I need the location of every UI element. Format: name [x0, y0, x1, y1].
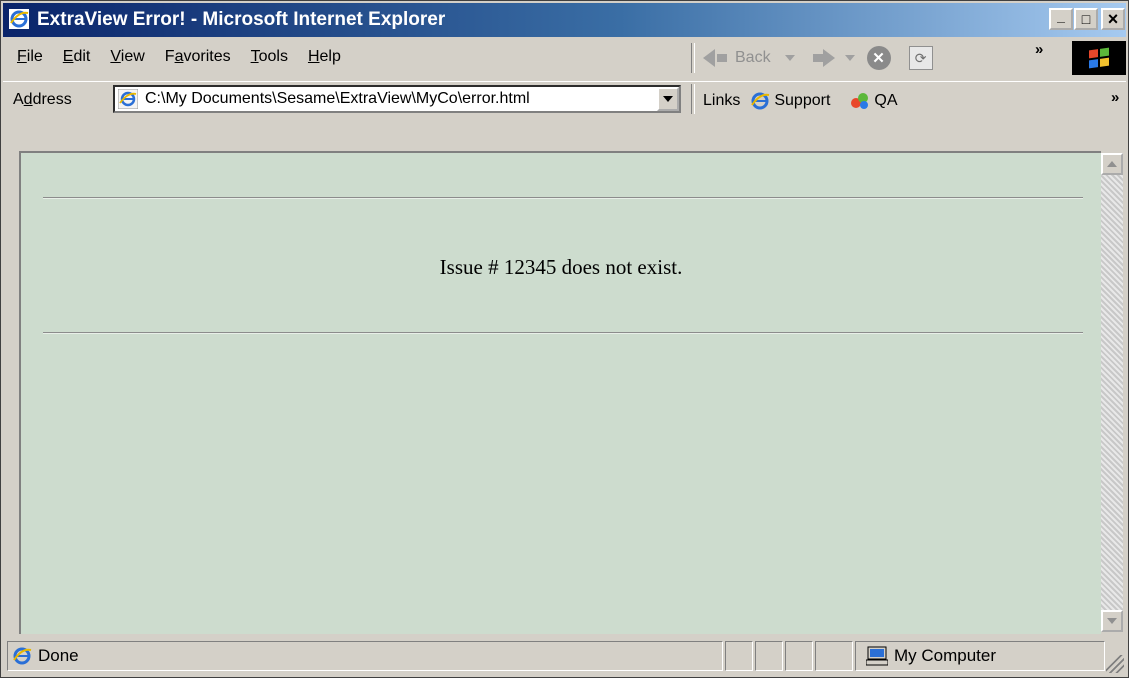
title-bar: ExtraView Error! - Microsoft Internet Ex… [3, 3, 1126, 37]
forward-arrow-icon [822, 49, 835, 67]
status-bar: Done My Computer [3, 639, 1126, 675]
stop-button[interactable]: ✕ [866, 46, 891, 70]
menu-bar: File Edit View Favorites Tools Help [17, 48, 341, 66]
menu-edit[interactable]: Edit [63, 48, 91, 66]
chevron-down-icon [663, 96, 673, 102]
top-divider [43, 197, 1083, 199]
error-message: Issue # 12345 does not exist. [439, 255, 683, 279]
menu-file[interactable]: File [17, 48, 43, 66]
forward-button[interactable] [812, 49, 855, 67]
vertical-scrollbar[interactable] [1101, 153, 1123, 632]
status-panel-1 [725, 641, 753, 671]
back-label: Back [735, 49, 771, 66]
scroll-down-button[interactable] [1101, 610, 1123, 632]
my-computer-icon [866, 646, 888, 666]
window-title: ExtraView Error! - Microsoft Internet Ex… [37, 9, 446, 30]
links-label: Links [703, 92, 741, 109]
resize-grip[interactable] [1106, 655, 1124, 673]
links-chevron-icon[interactable]: » [1111, 89, 1119, 106]
ie-status-icon [13, 647, 32, 665]
status-text: Done [38, 646, 79, 665]
ie-logo-icon [9, 9, 29, 29]
status-panel-2 [755, 641, 783, 671]
link-support[interactable]: Support [750, 91, 830, 111]
menu-view[interactable]: View [110, 48, 144, 66]
ie-icon [751, 92, 770, 110]
status-panel-4 [815, 641, 853, 671]
forward-dropdown-icon[interactable] [844, 55, 855, 61]
page-icon [118, 89, 138, 109]
bottom-divider [43, 332, 1083, 334]
back-arrow-icon [703, 49, 715, 67]
minimize-icon: _ [1057, 8, 1065, 24]
toolbar-separator [691, 43, 695, 73]
menu-tools[interactable]: Tools [251, 48, 288, 66]
nav-buttons: Back ✕ ⟳ [703, 45, 933, 71]
close-button[interactable]: × [1101, 8, 1125, 30]
menu-help[interactable]: Help [308, 48, 341, 66]
status-text-panel: Done [7, 641, 723, 671]
scroll-down-icon [1107, 618, 1117, 624]
back-dropdown-icon[interactable] [784, 55, 795, 61]
maximize-button[interactable]: □ [1074, 8, 1098, 30]
links-separator [691, 84, 695, 114]
stop-icon: ✕ [872, 50, 885, 67]
page-content: Issue # 12345 does not exist. [19, 151, 1101, 634]
refresh-button[interactable]: ⟳ [908, 46, 933, 70]
address-label: Address [13, 91, 72, 108]
address-row: Address Links Support [3, 81, 1126, 118]
browser-window: ExtraView Error! - Microsoft Internet Ex… [0, 0, 1129, 678]
link-qa[interactable]: QA [850, 91, 898, 111]
address-input[interactable] [145, 87, 645, 111]
menu-toolbar-row: File Edit View Favorites Tools Help Back… [3, 39, 1126, 77]
security-zone-panel: My Computer [855, 641, 1105, 671]
scroll-up-icon [1107, 161, 1117, 167]
refresh-icon: ⟳ [914, 49, 927, 66]
address-dropdown-button[interactable] [657, 87, 679, 111]
maximize-icon: □ [1081, 11, 1091, 27]
qa-icon [851, 93, 869, 109]
scroll-up-button[interactable] [1101, 153, 1123, 175]
address-field[interactable] [113, 85, 681, 113]
status-panel-3 [785, 641, 813, 671]
zone-label: My Computer [894, 646, 997, 665]
toolbar-chevron-icon[interactable]: » [1035, 41, 1043, 58]
menu-favorites[interactable]: Favorites [165, 48, 231, 66]
back-button[interactable]: Back [703, 49, 795, 67]
links-bar: Links Support QA [703, 91, 898, 111]
minimize-button[interactable]: _ [1049, 8, 1073, 30]
close-icon: × [1107, 8, 1119, 29]
windows-logo [1072, 41, 1126, 75]
windows-flag-icon [1089, 47, 1109, 69]
